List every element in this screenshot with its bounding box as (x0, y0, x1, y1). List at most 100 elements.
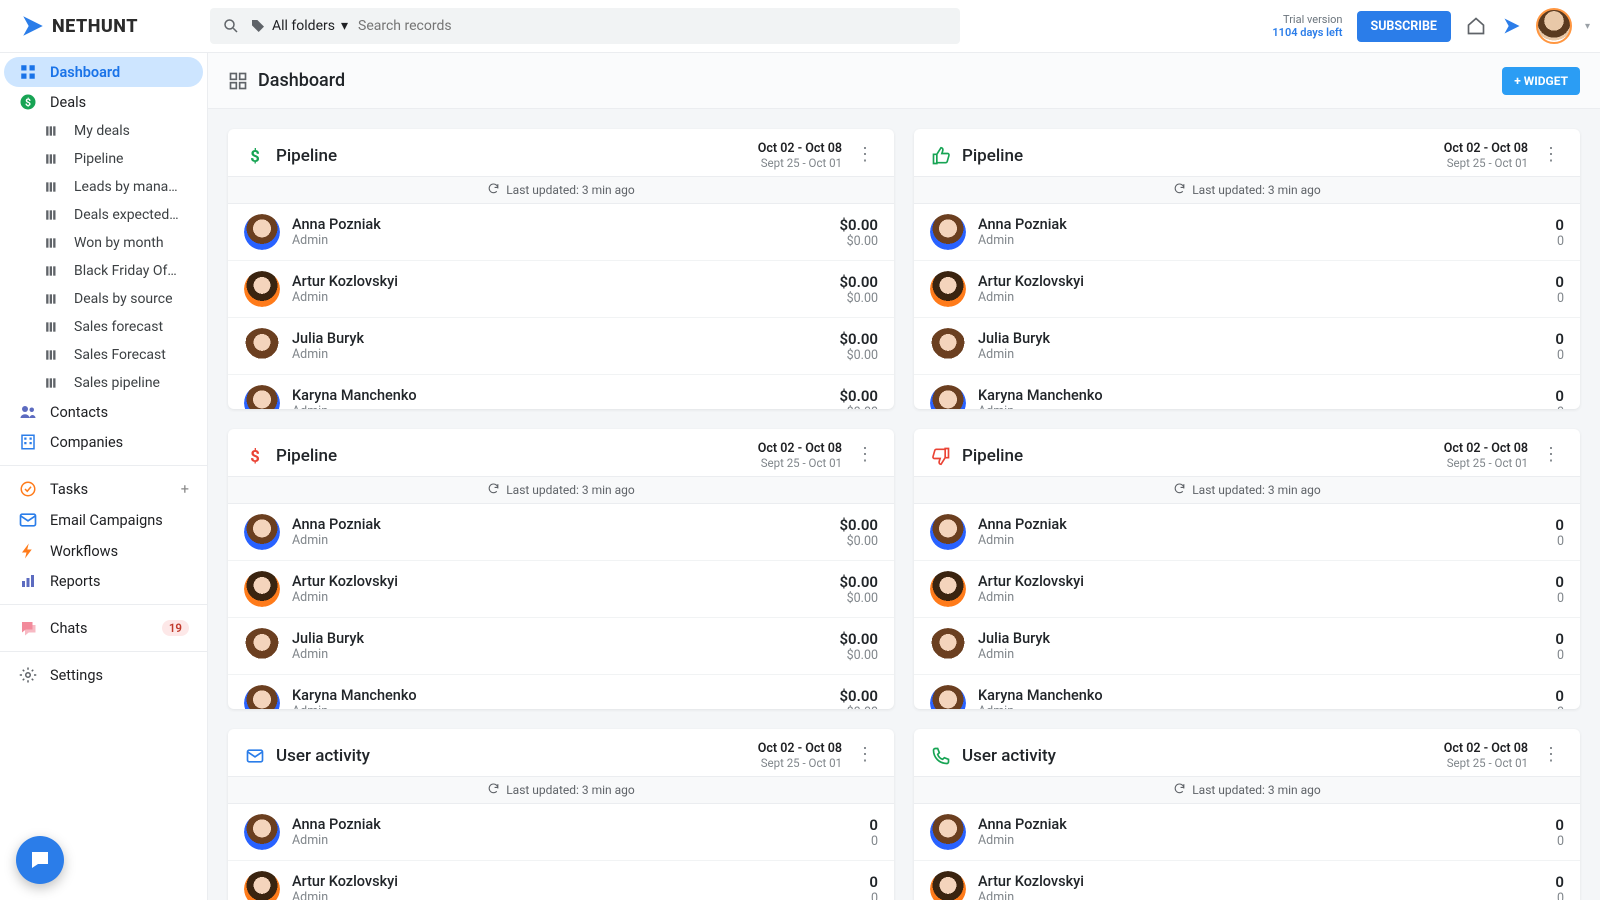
list-row[interactable]: Julia BurykAdmin00 (914, 318, 1580, 375)
thumbs-down-icon (930, 445, 952, 467)
user-menu-caret[interactable]: ▾ (1585, 21, 1590, 32)
list-row[interactable]: Julia BurykAdmin$0.00$0.00 (228, 618, 894, 675)
sidebar-item-deals-expected-[interactable]: Deals expected… (4, 201, 203, 229)
add-icon[interactable]: + (181, 481, 189, 498)
list-row[interactable]: Anna PozniakAdmin00 (914, 204, 1580, 261)
row-compare-value: 0 (1555, 891, 1564, 900)
sidebar-item-pipeline[interactable]: Pipeline (4, 145, 203, 173)
list-row[interactable]: Anna PozniakAdmin$0.00$0.00 (228, 504, 894, 561)
sub-view-icon (42, 180, 62, 194)
list-row[interactable]: Anna PozniakAdmin00 (914, 504, 1580, 561)
search-icon (222, 17, 240, 35)
list-row[interactable]: Julia BurykAdmin00 (914, 618, 1580, 675)
search-bar[interactable]: All folders ▾ (210, 8, 960, 44)
list-row[interactable]: Artur KozlovskyiAdmin00 (914, 261, 1580, 318)
row-role: Admin (292, 347, 364, 362)
list-row[interactable]: Julia BurykAdmin$0.00$0.00 (228, 318, 894, 375)
sidebar-item-reports[interactable]: Reports (4, 566, 203, 596)
refresh-icon (487, 782, 500, 798)
widget-more-icon[interactable]: ⋮ (1538, 150, 1564, 161)
row-role: Admin (978, 647, 1050, 662)
brand-logo[interactable]: NETHUNT (20, 13, 210, 39)
sub-view-icon (42, 152, 62, 166)
row-value: 0 (1555, 330, 1564, 348)
list-row[interactable]: Artur KozlovskyiAdmin00 (228, 861, 894, 900)
list-row[interactable]: Karyna ManchenkoAdmin$0.00$0.00 (228, 375, 894, 409)
search-scope-dropdown[interactable]: All folders ▾ (250, 18, 348, 34)
sidebar-item-workflows[interactable]: Workflows (4, 536, 203, 566)
sidebar-item-my-deals[interactable]: My deals (4, 117, 203, 145)
sidebar-item-deals-by-source[interactable]: Deals by source (4, 285, 203, 313)
row-value: $0.00 (839, 630, 878, 648)
row-value: 0 (869, 816, 878, 834)
sidebar-item-chats[interactable]: Chats19 (4, 613, 203, 643)
sub-view-icon (42, 208, 62, 222)
list-row[interactable]: Karyna ManchenkoAdmin$0.00$0.00 (228, 675, 894, 709)
sidebar-item-email-campaigns[interactable]: Email Campaigns (4, 504, 203, 536)
subscribe-button[interactable]: SUBSCRIBE (1357, 11, 1451, 42)
search-input[interactable] (358, 18, 948, 34)
row-value: $0.00 (839, 273, 878, 291)
row-name: Artur Kozlovskyi (292, 873, 398, 890)
widget-compare-range: Sept 25 - Oct 01 (1444, 456, 1528, 470)
row-value: 0 (1555, 816, 1564, 834)
sidebar-item-companies[interactable]: Companies (4, 427, 203, 457)
row-name: Karyna Manchenko (292, 687, 417, 704)
sub-view-icon (42, 376, 62, 390)
avatar (244, 514, 280, 550)
list-row[interactable]: Karyna ManchenkoAdmin00 (914, 375, 1580, 409)
row-compare-value: 0 (1555, 405, 1564, 410)
avatar (244, 214, 280, 250)
tag-icon (250, 18, 266, 34)
building-icon (18, 433, 38, 451)
sidebar-item-dashboard[interactable]: Dashboard (4, 57, 203, 87)
row-role: Admin (292, 833, 381, 848)
list-row[interactable]: Artur KozlovskyiAdmin$0.00$0.00 (228, 561, 894, 618)
row-role: Admin (978, 890, 1084, 900)
sidebar-item-sales-forecast[interactable]: Sales Forecast (4, 341, 203, 369)
avatar (244, 385, 280, 409)
notifications-icon[interactable] (1501, 15, 1523, 37)
widget-more-icon[interactable]: ⋮ (852, 450, 878, 461)
row-name: Artur Kozlovskyi (978, 573, 1084, 590)
widget-date-range: Oct 02 - Oct 08 (1444, 741, 1528, 756)
row-name: Karyna Manchenko (292, 387, 417, 404)
user-avatar[interactable] (1537, 9, 1571, 43)
avatar (930, 328, 966, 364)
row-name: Anna Pozniak (292, 816, 381, 833)
add-widget-button[interactable]: + WIDGET (1502, 67, 1580, 95)
refresh-icon (1173, 482, 1186, 498)
list-row[interactable]: Artur KozlovskyiAdmin00 (914, 561, 1580, 618)
row-role: Admin (292, 704, 417, 709)
sidebar-item-contacts[interactable]: Contacts (4, 397, 203, 427)
chat-fab[interactable] (16, 836, 64, 884)
list-row[interactable]: Karyna ManchenkoAdmin00 (914, 675, 1580, 709)
list-row[interactable]: Artur KozlovskyiAdmin00 (914, 861, 1580, 900)
sidebar-item-leads-by-mana-[interactable]: Leads by mana… (4, 173, 203, 201)
sidebar-item-tasks[interactable]: Tasks+ (4, 474, 203, 504)
row-name: Anna Pozniak (292, 516, 381, 533)
sidebar-item-black-friday-of-[interactable]: Black Friday Of… (4, 257, 203, 285)
widget-date-range: Oct 02 - Oct 08 (1444, 441, 1528, 456)
sidebar-item-deals[interactable]: $Deals (4, 87, 203, 117)
widget-more-icon[interactable]: ⋮ (852, 750, 878, 761)
home-icon[interactable] (1465, 15, 1487, 37)
sidebar-item-label: Sales pipeline (74, 375, 160, 391)
sidebar-item-settings[interactable]: Settings (4, 660, 203, 690)
row-role: Admin (292, 590, 398, 605)
sidebar-item-won-by-month[interactable]: Won by month (4, 229, 203, 257)
sidebar-item-label: Pipeline (74, 151, 124, 167)
widget-card: PipelineOct 02 - Oct 08Sept 25 - Oct 01⋮… (914, 429, 1580, 709)
list-row[interactable]: Anna PozniakAdmin$0.00$0.00 (228, 204, 894, 261)
row-value: 0 (1555, 573, 1564, 591)
sub-view-icon (42, 320, 62, 334)
widget-more-icon[interactable]: ⋮ (1538, 450, 1564, 461)
widget-more-icon[interactable]: ⋮ (852, 150, 878, 161)
list-row[interactable]: Anna PozniakAdmin00 (228, 804, 894, 861)
sidebar-item-sales-pipeline[interactable]: Sales pipeline (4, 369, 203, 397)
list-row[interactable]: Anna PozniakAdmin00 (914, 804, 1580, 861)
people-icon (18, 403, 38, 421)
list-row[interactable]: Artur KozlovskyiAdmin$0.00$0.00 (228, 261, 894, 318)
widget-more-icon[interactable]: ⋮ (1538, 750, 1564, 761)
sidebar-item-sales-forecast[interactable]: Sales forecast (4, 313, 203, 341)
